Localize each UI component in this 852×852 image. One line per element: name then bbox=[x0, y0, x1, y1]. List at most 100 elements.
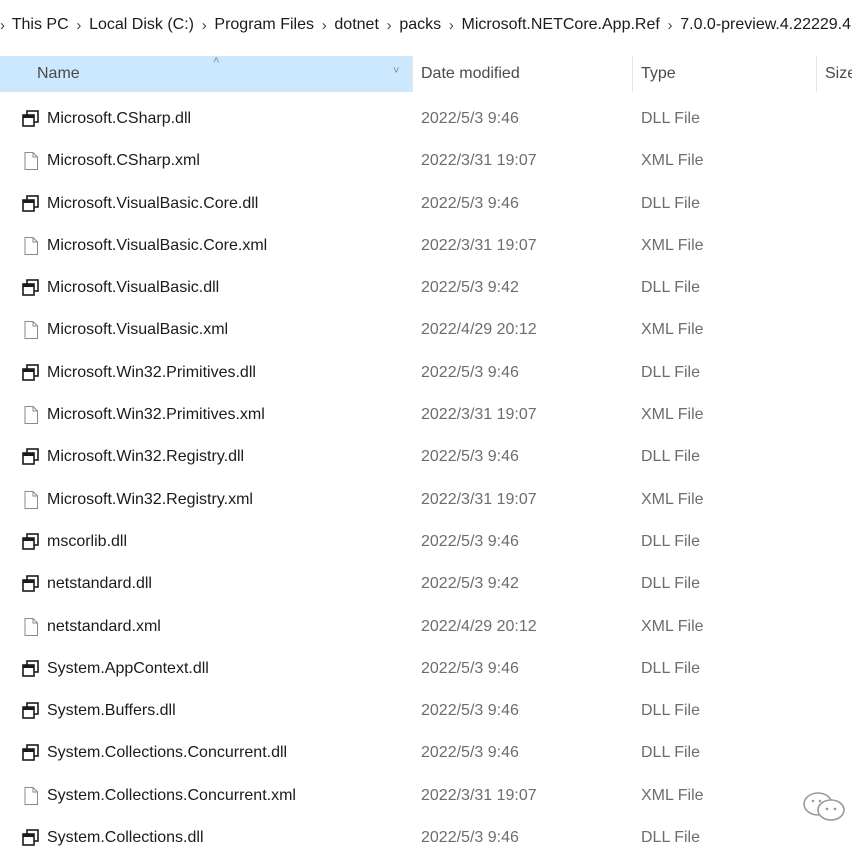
file-name: Microsoft.VisualBasic.Core.dll bbox=[47, 194, 259, 212]
dll-file-icon bbox=[22, 575, 39, 593]
file-type: DLL File bbox=[641, 363, 700, 381]
breadcrumb: › This PC › Local Disk (C:) › Program Fi… bbox=[0, 0, 852, 50]
dll-file-icon bbox=[22, 194, 39, 212]
column-divider[interactable] bbox=[412, 56, 413, 92]
file-row[interactable]: Microsoft.Win32.Primitives.dll 2022/5/3 9… bbox=[0, 352, 852, 394]
chevron-right-icon[interactable]: › bbox=[315, 17, 333, 34]
blank-file-icon bbox=[24, 786, 38, 805]
file-name: Microsoft.VisualBasic.xml bbox=[47, 321, 229, 339]
file-type: DLL File bbox=[641, 110, 700, 127]
file-row[interactable]: System.Buffers.dll 2022/5/3 9:46 DLL File bbox=[0, 690, 852, 732]
file-date-modified: 2022/5/3 9:46 bbox=[421, 110, 519, 127]
file-type: XML File bbox=[641, 617, 704, 635]
file-date-modified: 2022/5/3 9:46 bbox=[421, 363, 519, 381]
file-row[interactable]: Microsoft.VisualBasic.dll 2022/5/3 9:42 DL… bbox=[0, 267, 852, 309]
file-name: System.Collections.Concurrent.xml bbox=[47, 786, 296, 804]
file-date-modified: 2022/5/3 9:46 bbox=[421, 744, 519, 762]
breadcrumb-version[interactable]: 7.0.0-preview.4.22229.4 bbox=[679, 16, 852, 34]
file-name: System.Collections.dll bbox=[47, 829, 204, 847]
breadcrumb-app-ref[interactable]: Microsoft.NETCore.App.Ref bbox=[461, 16, 661, 34]
file-type: DLL File bbox=[641, 448, 700, 466]
file-name: System.AppContext.dll bbox=[47, 659, 209, 677]
file-name: Microsoft.CSharp.xml bbox=[47, 152, 200, 170]
dll-file-icon bbox=[22, 448, 39, 466]
blank-file-icon bbox=[24, 617, 38, 636]
breadcrumb-this-pc[interactable]: This PC bbox=[11, 16, 70, 34]
file-date-modified: 2022/4/29 20:12 bbox=[421, 321, 537, 339]
breadcrumb-local-disk[interactable]: Local Disk (C:) bbox=[88, 16, 195, 34]
column-header-name[interactable]: ˄ Name ˅ bbox=[0, 55, 412, 92]
column-divider[interactable] bbox=[632, 56, 633, 92]
column-header-date-modified[interactable]: Date modified bbox=[421, 65, 520, 83]
file-date-modified: 2022/5/3 9:46 bbox=[421, 448, 519, 466]
file-name: System.Collections.Concurrent.dll bbox=[47, 744, 288, 762]
file-row[interactable]: System.AppContext.dll 2022/5/3 9:46 DLL Fi… bbox=[0, 648, 852, 690]
breadcrumb-program-files[interactable]: Program Files bbox=[213, 16, 315, 34]
file-date-modified: 2022/3/31 19:07 bbox=[421, 152, 537, 170]
file-row[interactable]: Microsoft.Win32.Primitives.xml 2022/3/31 … bbox=[0, 394, 852, 436]
file-row[interactable]: System.Collections.Concurrent.dll 2022/5/… bbox=[0, 732, 852, 774]
dll-file-icon bbox=[22, 660, 39, 677]
file-row[interactable]: Microsoft.VisualBasic.Core.xml 2022/3/31 … bbox=[0, 225, 852, 267]
dll-file-icon bbox=[22, 279, 39, 296]
file-type: XML File bbox=[641, 786, 704, 804]
column-header-size[interactable]: Size bbox=[825, 65, 852, 83]
file-name: Microsoft.Win32.Primitives.dll bbox=[47, 363, 256, 381]
file-name: Microsoft.CSharp.dll bbox=[47, 110, 192, 127]
file-name: netstandard.xml bbox=[47, 617, 161, 635]
file-name: Microsoft.VisualBasic.dll bbox=[47, 279, 220, 297]
file-date-modified: 2022/5/3 9:46 bbox=[421, 702, 519, 720]
file-type: XML File bbox=[641, 490, 704, 508]
dll-file-icon bbox=[22, 702, 39, 719]
file-row[interactable]: Microsoft.Win32.Registry.dll 2022/5/3 9:4… bbox=[0, 436, 852, 478]
file-name: netstandard.dll bbox=[47, 575, 152, 593]
dll-file-icon bbox=[22, 110, 39, 127]
chevron-right-icon[interactable]: › bbox=[0, 17, 11, 34]
file-type: DLL File bbox=[641, 194, 700, 212]
file-date-modified: 2022/5/3 9:42 bbox=[421, 279, 519, 297]
column-header-type[interactable]: Type bbox=[641, 65, 676, 83]
chevron-right-icon[interactable]: › bbox=[70, 17, 88, 34]
file-list: Microsoft.CSharp.dll 2022/5/3 9:46 DLL Fil… bbox=[0, 98, 852, 852]
file-name: mscorlib.dll bbox=[47, 532, 128, 550]
sort-ascending-icon: ˄ bbox=[213, 55, 220, 67]
chevron-down-icon[interactable]: ˅ bbox=[393, 65, 399, 77]
chevron-right-icon[interactable]: › bbox=[380, 17, 398, 34]
file-type: DLL File bbox=[641, 575, 700, 593]
breadcrumb-packs[interactable]: packs bbox=[398, 16, 442, 34]
file-row[interactable]: Microsoft.VisualBasic.xml 2022/4/29 20:12… bbox=[0, 309, 852, 351]
file-row[interactable]: Microsoft.CSharp.dll 2022/5/3 9:46 DLL Fil… bbox=[0, 98, 852, 140]
file-date-modified: 2022/5/3 9:46 bbox=[421, 532, 519, 550]
file-type: DLL File bbox=[641, 744, 700, 762]
file-name: Microsoft.VisualBasic.Core.xml bbox=[47, 236, 268, 254]
dll-file-icon bbox=[22, 533, 39, 550]
file-date-modified: 2022/3/31 19:07 bbox=[421, 786, 537, 804]
file-row[interactable]: System.Collections.dll 2022/5/3 9:46 DLL F… bbox=[0, 817, 852, 852]
blank-file-icon bbox=[24, 321, 38, 340]
breadcrumb-dotnet[interactable]: dotnet bbox=[333, 16, 379, 34]
file-type: DLL File bbox=[641, 532, 700, 550]
dll-file-icon bbox=[22, 744, 39, 762]
chevron-right-icon[interactable]: › bbox=[661, 17, 679, 34]
file-row[interactable]: netstandard.xml 2022/4/29 20:12 XML File bbox=[0, 606, 852, 648]
column-name-label: Name bbox=[37, 65, 80, 82]
column-header: ˄ Name ˅ Date modified Type Size bbox=[0, 55, 852, 92]
file-row[interactable]: netstandard.dll 2022/5/3 9:42 DLL File bbox=[0, 563, 852, 605]
chevron-right-icon[interactable]: › bbox=[442, 17, 460, 34]
blank-file-icon bbox=[24, 490, 38, 509]
file-date-modified: 2022/5/3 9:46 bbox=[421, 194, 519, 212]
file-row[interactable]: Microsoft.VisualBasic.Core.dll 2022/5/3 9… bbox=[0, 183, 852, 225]
file-row[interactable]: Microsoft.Win32.Registry.xml 2022/3/31 19… bbox=[0, 479, 852, 521]
file-row[interactable]: mscorlib.dll 2022/5/3 9:46 DLL File bbox=[0, 521, 852, 563]
column-divider[interactable] bbox=[816, 56, 817, 92]
file-name: Microsoft.Win32.Registry.dll bbox=[47, 448, 245, 466]
file-row[interactable]: Microsoft.CSharp.xml 2022/3/31 19:07 XML F… bbox=[0, 140, 852, 182]
file-type: XML File bbox=[641, 236, 704, 254]
file-type: DLL File bbox=[641, 659, 700, 677]
dll-file-icon bbox=[22, 829, 39, 846]
chevron-right-icon[interactable]: › bbox=[195, 17, 213, 34]
file-date-modified: 2022/4/29 20:12 bbox=[421, 617, 537, 635]
file-name: Microsoft.Win32.Registry.xml bbox=[47, 490, 253, 508]
file-row[interactable]: System.Collections.Concurrent.xml 2022/3/… bbox=[0, 775, 852, 817]
file-type: XML File bbox=[641, 152, 704, 170]
